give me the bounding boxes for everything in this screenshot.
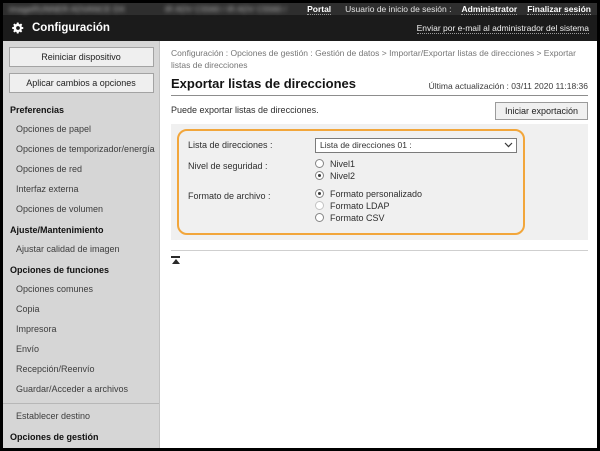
radio-formato-ldap-label: Formato LDAP [330,201,390,211]
restart-device-button[interactable]: Reiniciar dispositivo [9,47,154,67]
main-content: Configuración : Opciones de gestión : Ge… [160,41,597,448]
radio-formato-csv[interactable]: Formato CSV [315,213,514,223]
login-user-label: Usuario de inicio de sesión : [345,4,451,14]
sidebar-section-preferencias: Preferencias [3,99,159,119]
radio-nivel1-label: Nivel1 [330,159,355,169]
start-export-button[interactable]: Iniciar exportación [495,102,588,120]
login-user-name: Administrator [461,4,517,15]
sidebar-item-gestion-de-usuarios[interactable]: Gestión de usuarios [3,446,159,448]
sidebar-item-opciones-de-volumen[interactable]: Opciones de volumen [3,199,159,219]
breadcrumb[interactable]: Configuración : Opciones de gestión : Ge… [171,47,588,72]
page-description: Puede exportar listas de direcciones. [171,102,319,115]
gear-icon [11,21,25,35]
address-list-select[interactable]: Lista de direcciones 01 : [315,138,517,153]
radio-button-icon [315,213,324,222]
app-title: Configuración [32,22,110,34]
sidebar-divider [3,403,159,404]
screenshot-frame: imageRUNNER ADVANCE DX iR ADV C5560 / iR… [0,0,600,451]
sidebar-item-opciones-de-red[interactable]: Opciones de red [3,159,159,179]
top-status-bar: imageRUNNER ADVANCE DX iR ADV C5560 / iR… [3,3,597,15]
device-model-redacted: imageRUNNER ADVANCE DX [9,4,125,14]
security-level-label: Nivel de seguridad : [188,159,315,183]
app-header-bar: Configuración Enviar por e-mail al admin… [3,15,597,41]
content-bottom-divider [171,250,588,251]
last-updated-text: Última actualización : 03/11 2020 11:18:… [429,81,588,91]
radio-formato-personalizado[interactable]: Formato personalizado [315,189,514,199]
radio-nivel1[interactable]: Nivel1 [315,159,514,169]
radio-button-disabled-icon [315,201,324,210]
radio-formato-ldap[interactable]: Formato LDAP [315,201,514,211]
device-name-redacted: iR ADV C5560 / iR ADV C5560 / [165,4,286,14]
logout-link[interactable]: Finalizar sesión [527,4,591,15]
sidebar-item-opciones-de-papel[interactable]: Opciones de papel [3,119,159,139]
radio-nivel2[interactable]: Nivel2 [315,171,514,181]
page-title: Exportar listas de direcciones [171,76,356,91]
export-options-group: Lista de direcciones : Lista de direccio… [177,129,525,235]
mail-admin-link[interactable]: Enviar por e-mail al administrador del s… [417,23,589,34]
radio-button-icon [315,159,324,168]
sidebar-section-opciones-de-funciones: Opciones de funciones [3,259,159,279]
sidebar-section-ajuste-mantenimiento: Ajuste/Mantenimiento [3,219,159,239]
sidebar-item-recepcion-reenvio[interactable]: Recepción/Reenvío [3,359,159,379]
sidebar-item-opciones-comunes[interactable]: Opciones comunes [3,279,159,299]
address-list-selected-value: Lista de direcciones 01 : [320,140,412,150]
sidebar-item-guardar-acceder-archivos[interactable]: Guardar/Acceder a archivos [3,379,159,399]
address-list-label: Lista de direcciones : [188,138,315,153]
radio-button-selected-icon [315,171,324,180]
sidebar-item-interfaz-externa[interactable]: Interfaz externa [3,179,159,199]
sidebar-item-ajustar-calidad-imagen[interactable]: Ajustar calidad de imagen [3,239,159,259]
back-to-top-icon[interactable] [171,256,180,264]
sidebar-item-copia[interactable]: Copia [3,299,159,319]
form-background-band: Lista de direcciones : Lista de direccio… [171,124,588,240]
sidebar-item-envio[interactable]: Envío [3,339,159,359]
settings-sidebar: Reiniciar dispositivo Aplicar cambios a … [3,41,160,448]
sidebar-item-temporizador-energia[interactable]: Opciones de temporizador/energía [3,139,159,159]
chevron-down-icon [504,142,513,148]
apply-settings-button[interactable]: Aplicar cambios a opciones [9,73,154,93]
radio-formato-csv-label: Formato CSV [330,213,385,223]
radio-formato-personalizado-label: Formato personalizado [330,189,422,199]
sidebar-section-opciones-de-gestion: Opciones de gestión [3,426,159,446]
radio-button-selected-icon [315,189,324,198]
sidebar-item-establecer-destino[interactable]: Establecer destino [3,406,159,426]
radio-nivel2-label: Nivel2 [330,171,355,181]
file-format-label: Formato de archivo : [188,189,315,225]
portal-link[interactable]: Portal [307,4,331,15]
sidebar-item-impresora[interactable]: Impresora [3,319,159,339]
